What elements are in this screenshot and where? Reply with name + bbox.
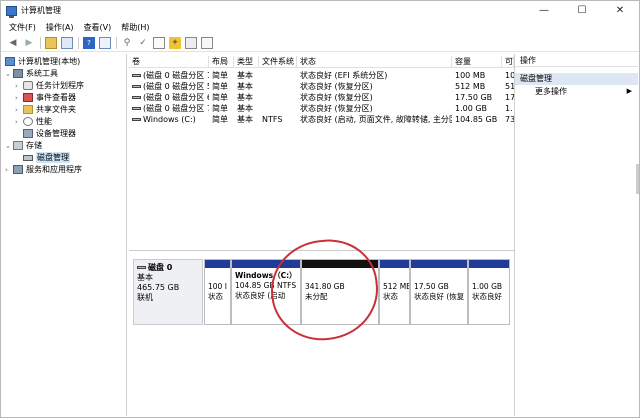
disk-0-label[interactable]: 磁盘 0 基本 465.75 GB 联机 (133, 259, 203, 325)
performance-icon (23, 117, 33, 126)
computer-management-window: 计算机管理 — ☐ ✕ 文件(F) 操作(A) 查看(V) 帮助(H) ◀ ▶ … (0, 0, 640, 418)
volume-list: 卷 布局 类型 文件系统 状态 容量 可用 (磁盘 0 磁盘分区 1) 简单 基… (129, 54, 514, 301)
chevron-right-icon[interactable]: › (15, 118, 23, 126)
actions-section-disk-management[interactable]: 磁盘管理 (515, 73, 638, 85)
device-manager-icon (23, 129, 33, 138)
chevron-down-icon[interactable]: ⌄ (5, 70, 13, 78)
volume-icon (132, 107, 141, 110)
rescan-icon[interactable] (185, 37, 197, 49)
partition-efi[interactable]: 100 I 状态 (204, 259, 231, 325)
table-row[interactable]: (磁盘 0 磁盘分区 1) 简单 基本 状态良好 (EFI 系统分区) 100 … (129, 70, 514, 81)
storage-icon (13, 141, 23, 150)
menu-help[interactable]: 帮助(H) (121, 22, 149, 33)
list-view-icon[interactable] (201, 37, 213, 49)
actions-header: 操作 (515, 54, 638, 67)
help-icon[interactable]: ? (83, 37, 95, 49)
properties-icon[interactable] (99, 37, 111, 49)
chevron-right-icon: ▶ (626, 87, 632, 95)
volume-icon (132, 96, 141, 99)
column-header-filesystem[interactable]: 文件系统 (259, 56, 297, 68)
clock-icon (23, 81, 33, 90)
chevron-down-icon[interactable]: ⌄ (5, 142, 13, 150)
disk-icon (23, 154, 33, 161)
tree-node-event-viewer[interactable]: › 事件查看器 (15, 92, 76, 103)
check-icon[interactable]: ✓ (137, 37, 149, 49)
disk-type: 基本 (137, 273, 153, 282)
partition-recovery-512[interactable]: 512 ME 状态 (379, 259, 410, 325)
new-file-icon[interactable] (153, 37, 165, 49)
menu-file[interactable]: 文件(F) (9, 22, 36, 33)
column-header-type[interactable]: 类型 (234, 56, 259, 68)
column-header-volume[interactable]: 卷 (129, 56, 209, 68)
computer-icon (5, 57, 15, 66)
disk-size: 465.75 GB (137, 283, 180, 292)
event-log-icon (23, 93, 33, 102)
shared-folder-icon (23, 105, 33, 114)
show-hide-tree-icon[interactable] (61, 37, 73, 49)
title-bar[interactable]: 计算机管理 — ☐ ✕ (1, 1, 639, 20)
chevron-right-icon[interactable]: › (15, 82, 23, 90)
tree-node-disk-management[interactable]: 磁盘管理 (23, 152, 70, 163)
table-row[interactable]: (磁盘 0 磁盘分区 7) 简单 基本 状态良好 (恢复分区) 1.00 GB … (129, 103, 514, 114)
close-button[interactable]: ✕ (601, 1, 639, 20)
minimize-button[interactable]: — (525, 1, 563, 20)
connect-icon[interactable]: ⚲ (121, 37, 133, 49)
navigation-tree: 计算机管理(本地) ⌄ 系统工具 › 任务计划程序 › 事件查看器 › 共享文件… (3, 54, 127, 416)
tree-node-system-tools[interactable]: ⌄ 系统工具 (5, 68, 58, 79)
tree-node-shared-folders[interactable]: › 共享文件夹 (15, 104, 76, 115)
volume-icon (132, 85, 141, 88)
toolbar: ◀ ▶ ? ⚲ ✓ ✦ (1, 35, 639, 52)
chevron-right-icon[interactable]: › (15, 106, 23, 114)
tree-node-services-apps[interactable]: › 服务和应用程序 (5, 164, 82, 175)
chevron-right-icon[interactable]: › (15, 94, 23, 102)
chevron-right-icon[interactable]: › (5, 166, 13, 174)
actions-pane: 操作 磁盘管理 更多操作 ▶ (514, 54, 639, 416)
disk-status: 联机 (137, 293, 153, 302)
back-arrow-icon[interactable]: ◀ (7, 37, 19, 49)
more-actions-item[interactable]: 更多操作 ▶ (515, 85, 638, 98)
maximize-button[interactable]: ☐ (563, 1, 601, 20)
volume-icon (132, 74, 141, 77)
partition-recovery-1gb[interactable]: 1.00 GB 状态良好 (468, 259, 510, 325)
tools-icon (13, 69, 23, 78)
menu-bar: 文件(F) 操作(A) 查看(V) 帮助(H) (1, 21, 160, 34)
tree-node-storage[interactable]: ⌄ 存储 (5, 140, 42, 151)
column-header-status[interactable]: 状态 (297, 56, 452, 68)
tree-node-performance[interactable]: › 性能 (15, 116, 52, 127)
vertical-scrollbar[interactable] (636, 164, 639, 194)
table-row[interactable]: (磁盘 0 磁盘分区 6) 简单 基本 状态良好 (恢复分区) 17.50 GB… (129, 92, 514, 103)
tree-node-task-scheduler[interactable]: › 任务计划程序 (15, 80, 84, 91)
volume-list-header: 卷 布局 类型 文件系统 状态 容量 可用 (129, 56, 514, 68)
window-title: 计算机管理 (21, 6, 61, 15)
window-controls: — ☐ ✕ (525, 1, 639, 20)
wizard-icon[interactable]: ✦ (169, 37, 181, 49)
disk-icon (137, 266, 146, 269)
table-row[interactable]: Windows (C:) 简单 基本 NTFS 状态良好 (启动, 页面文件, … (129, 114, 514, 125)
column-header-free[interactable]: 可用 (502, 56, 514, 68)
tree-node-root[interactable]: 计算机管理(本地) (5, 56, 80, 67)
computer-management-icon (6, 5, 17, 18)
menu-view[interactable]: 查看(V) (84, 22, 112, 33)
table-row[interactable]: (磁盘 0 磁盘分区 5) 简单 基本 状态良好 (恢复分区) 512 MB 5… (129, 81, 514, 92)
tree-node-device-manager[interactable]: 设备管理器 (23, 128, 76, 139)
volume-icon (132, 118, 141, 121)
services-icon (13, 165, 23, 174)
forward-arrow-icon[interactable]: ▶ (23, 37, 35, 49)
folder-up-icon[interactable] (45, 37, 57, 49)
partition-recovery-17gb[interactable]: 17.50 GB 状态良好 (恢复 (410, 259, 468, 325)
menu-action[interactable]: 操作(A) (46, 22, 74, 33)
column-header-layout[interactable]: 布局 (209, 56, 234, 68)
column-header-capacity[interactable]: 容量 (452, 56, 502, 68)
